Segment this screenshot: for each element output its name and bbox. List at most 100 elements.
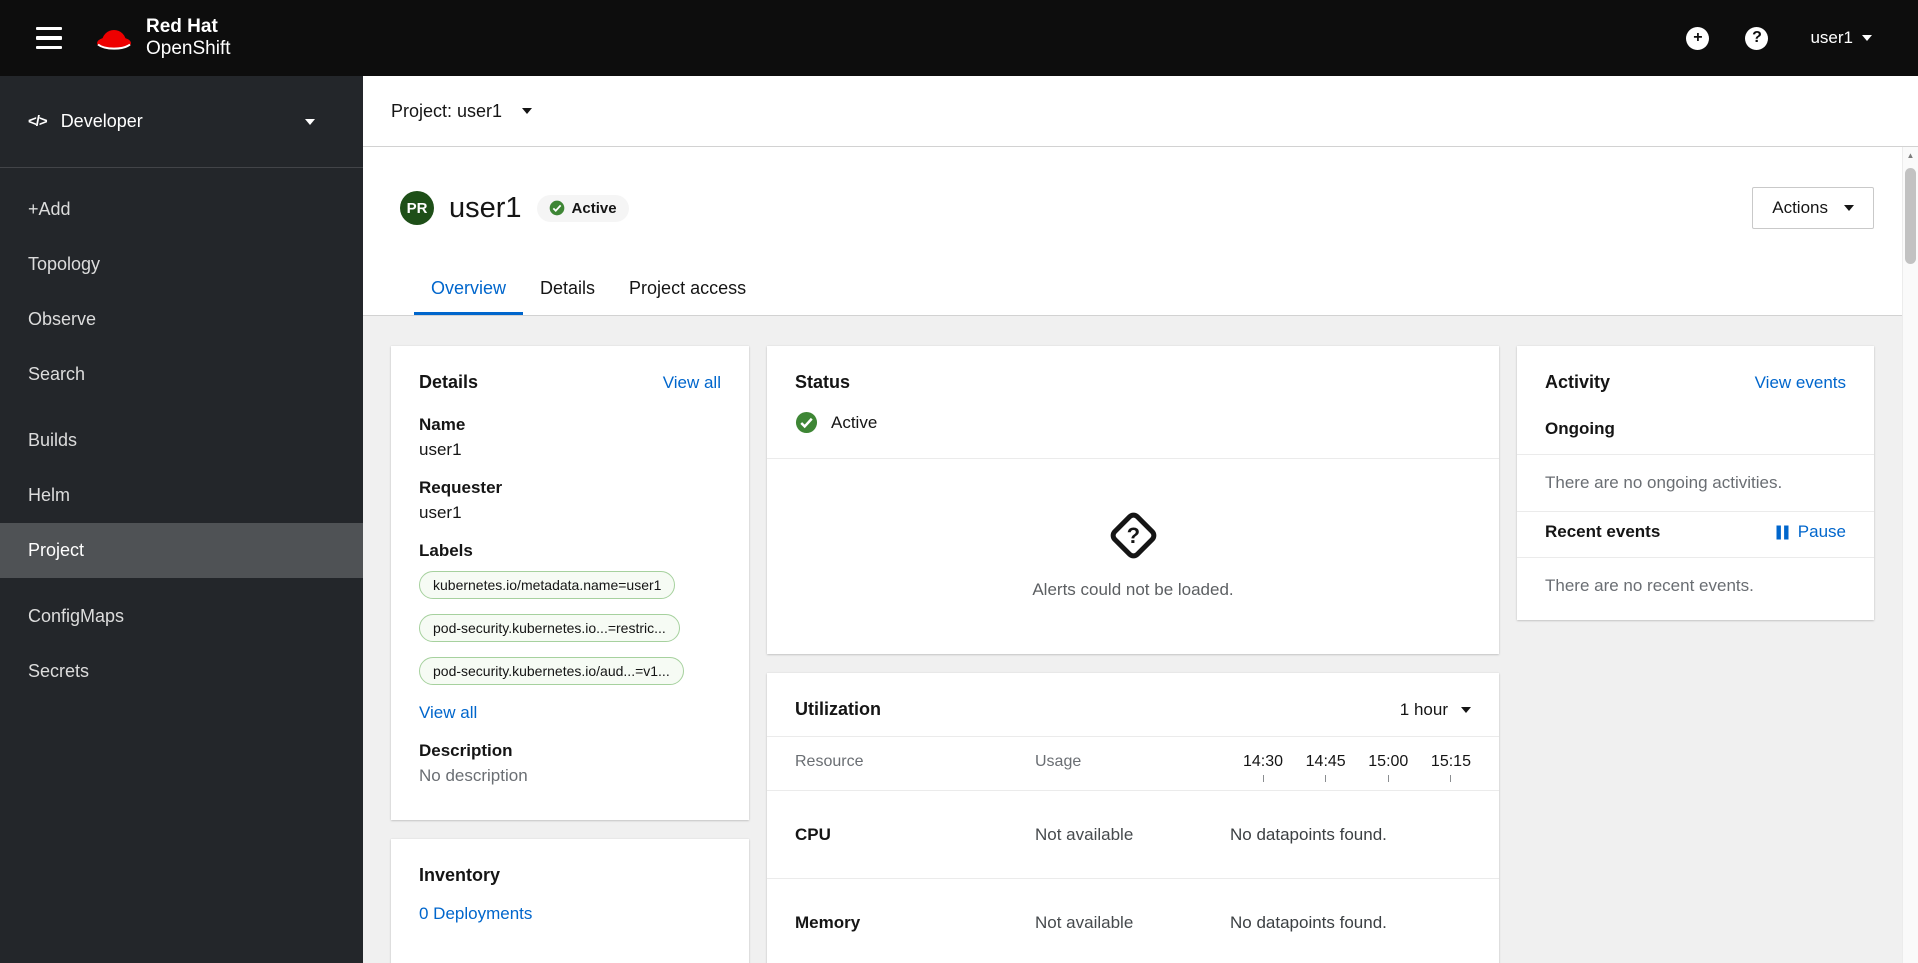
sidebar-item-observe[interactable]: Observe [0, 292, 363, 347]
chevron-down-icon [1862, 35, 1872, 41]
resource-usage: Not available [1035, 912, 1134, 932]
actions-button-label: Actions [1772, 198, 1828, 217]
masthead-actions: + ? user1 [1686, 26, 1872, 50]
project-selector[interactable]: Project: user1 [391, 101, 533, 122]
chevron-down-icon [1844, 205, 1854, 211]
time-tick-label: 14:30 [1243, 753, 1284, 770]
axis-tick [1325, 775, 1327, 782]
code-icon: </> [28, 113, 48, 130]
utilization-card: Utilization 1 hour Resource Usage 14:30 [767, 673, 1499, 963]
status-card-title: Status [795, 372, 851, 392]
time-tick-label: 14:45 [1305, 753, 1346, 770]
utilization-card-title: Utilization [795, 699, 881, 719]
tab-details[interactable]: Details [523, 263, 612, 315]
alerts-unknown-icon: ? [1106, 509, 1160, 562]
help-icon: ? [1745, 26, 1769, 50]
activity-card-title: Activity [1545, 372, 1611, 392]
usage-column-header: Usage [1035, 753, 1082, 770]
nav-toggle-icon[interactable] [26, 17, 72, 60]
tabs: Overview Details Project access [400, 263, 1874, 315]
tab-overview[interactable]: Overview [414, 263, 524, 315]
details-card-title: Details [419, 372, 479, 392]
details-view-all-link[interactable]: View all [663, 373, 721, 393]
sidebar-item-topology[interactable]: Topology [0, 237, 363, 292]
inventory-card: Inventory 0 Deployments [391, 839, 749, 963]
pause-button-label: Pause [1797, 522, 1846, 541]
resource-usage: Not available [1035, 824, 1134, 844]
redhat-icon [97, 30, 131, 50]
pause-icon [1776, 525, 1789, 539]
view-events-link[interactable]: View events [1755, 373, 1846, 393]
project-status-label: Active [831, 412, 878, 432]
ongoing-empty-message: There are no ongoing activities. [1517, 455, 1874, 512]
utilization-row-memory: Memory Not available No datapoints found… [767, 878, 1499, 963]
actions-button[interactable]: Actions [1752, 187, 1874, 229]
details-card: Details View all Name user1 Requester us… [391, 346, 749, 820]
time-axis: 14:30 14:45 15:00 15:15 [1243, 753, 1471, 782]
name-field-label: Name [419, 415, 466, 434]
page-header: PR user1 Active Actions Overview Details… [363, 147, 1918, 316]
help-button[interactable]: ? [1745, 26, 1769, 50]
utilization-row-cpu: CPU Not available No datapoints found. [767, 790, 1499, 878]
ongoing-label: Ongoing [1545, 419, 1615, 438]
chevron-down-icon [305, 118, 315, 125]
pause-button[interactable]: Pause [1776, 522, 1846, 542]
ongoing-section-header: Ongoing [1517, 409, 1874, 455]
sidebar-item-project[interactable]: Project [0, 523, 363, 578]
status-badge-label: Active [571, 199, 617, 217]
sidebar-item-search[interactable]: Search [0, 347, 363, 402]
project-status-row: Active [767, 409, 1499, 458]
add-button[interactable]: + [1686, 26, 1710, 50]
dashboard-grid: Details View all Name user1 Requester us… [363, 316, 1918, 963]
chevron-down-icon [522, 108, 533, 114]
duration-dropdown[interactable]: 1 hour [1400, 700, 1471, 720]
perspective-switcher[interactable]: </> Developer [0, 76, 363, 168]
time-tick-label: 15:00 [1368, 753, 1409, 770]
brand-line2: OpenShift [146, 38, 231, 59]
duration-dropdown-label: 1 hour [1399, 699, 1448, 719]
recent-events-header: Recent events Pause [1517, 512, 1874, 558]
plus-circle-icon: + [1686, 26, 1710, 50]
project-resource-badge: PR [400, 191, 434, 225]
tab-project-access[interactable]: Project access [612, 263, 763, 315]
resource-column-header: Resource [795, 753, 864, 770]
label-chip[interactable]: kubernetes.io/metadata.name=user1 [419, 571, 676, 599]
requester-field-value: user1 [419, 503, 462, 522]
main-area: Project: user1 PR user1 Active Actions O… [363, 76, 1918, 963]
status-badge: Active [536, 194, 629, 222]
utilization-header-row: Resource Usage 14:30 14:45 15:00 15:15 [767, 736, 1499, 790]
label-chip[interactable]: pod-security.kubernetes.io/aud...=v1... [419, 657, 684, 685]
activity-card: Activity View events Ongoing There are n… [1517, 346, 1874, 620]
label-chip[interactable]: pod-security.kubernetes.io...=restric... [419, 614, 680, 642]
sidebar-item-builds[interactable]: Builds [0, 413, 363, 468]
name-field-value: user1 [419, 440, 462, 459]
alerts-message: Alerts could not be loaded. [1032, 580, 1234, 599]
sidebar-item-configmaps[interactable]: ConfigMaps [0, 589, 363, 644]
resource-datapoints: No datapoints found. [1230, 824, 1387, 844]
resource-name: Memory [795, 912, 861, 932]
axis-tick [1262, 775, 1264, 782]
scrollbar-up-arrow[interactable]: ▲ [1903, 147, 1918, 164]
sidebar-item-add[interactable]: +Add [0, 182, 363, 237]
labels-view-all-link[interactable]: View all [419, 703, 477, 723]
chevron-down-icon [1461, 706, 1471, 713]
masthead: Red Hat OpenShift + ? user1 [0, 0, 1918, 76]
axis-tick [1450, 775, 1452, 782]
labels-field-label: Labels [419, 541, 473, 560]
check-circle-icon [549, 200, 564, 216]
axis-tick [1387, 775, 1389, 782]
description-field-value: No description [419, 766, 528, 785]
resource-name: CPU [795, 824, 831, 844]
sidebar-item-secrets[interactable]: Secrets [0, 644, 363, 699]
time-tick-label: 15:15 [1430, 753, 1471, 770]
perspective-label: Developer [60, 111, 143, 131]
brand-line1: Red Hat [146, 15, 218, 37]
deployments-link[interactable]: 0 Deployments [419, 904, 532, 924]
check-circle-icon [795, 411, 818, 434]
sidebar: </> Developer +Add Topology Observe Sear… [0, 76, 363, 963]
user-menu-label: user1 [1810, 28, 1853, 47]
scrollbar-thumb[interactable] [1905, 168, 1916, 264]
user-menu[interactable]: user1 [1810, 28, 1872, 48]
scroll-area: PR user1 Active Actions Overview Details… [363, 147, 1918, 963]
sidebar-item-helm[interactable]: Helm [0, 468, 363, 523]
